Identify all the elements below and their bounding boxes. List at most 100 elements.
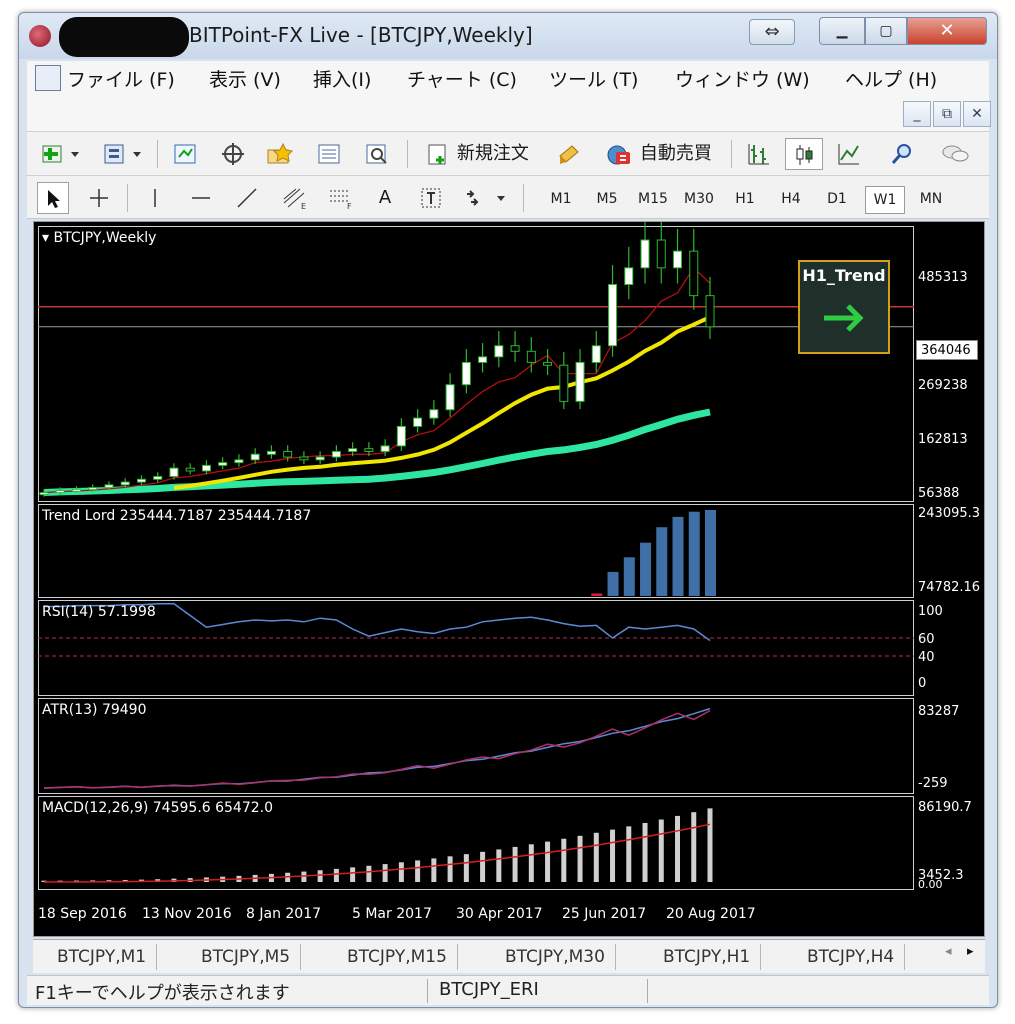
redacted-area: [59, 17, 189, 57]
equidistant-channel-icon[interactable]: E: [277, 182, 313, 214]
title-bar[interactable]: BITPoint-FX Live - [BTCJPY,Weekly] ⇔ ▁ ▢…: [19, 13, 997, 59]
candlestick-chart-icon[interactable]: [785, 138, 823, 170]
candle-body: [250, 453, 260, 461]
macd-histogram-bar: [398, 862, 404, 882]
candle-body: [169, 467, 179, 478]
tab-btcjpy-m30[interactable]: BTCJPY,M30: [495, 944, 616, 970]
timeframe-mn[interactable]: MN: [911, 186, 951, 212]
tester-icon[interactable]: [357, 138, 397, 170]
new-chart-icon[interactable]: [35, 138, 87, 170]
tab-btcjpy-h4[interactable]: BTCJPY,H4: [797, 944, 906, 970]
child-close-button[interactable]: ✕: [963, 101, 991, 127]
cursor-icon[interactable]: [37, 182, 69, 214]
macd-histogram-bar: [366, 865, 372, 882]
menu-window[interactable]: ウィンドウ (W): [675, 65, 810, 92]
fibonacci-icon[interactable]: F: [323, 182, 359, 214]
menu-chart[interactable]: チャート (C): [407, 65, 517, 92]
tab-btcjpy-h1[interactable]: BTCJPY,H1: [653, 944, 762, 970]
profiles-icon[interactable]: [97, 138, 149, 170]
menu-insert[interactable]: 挿入(I): [313, 65, 371, 92]
vertical-line-icon[interactable]: [139, 182, 171, 214]
navigator-icon[interactable]: [259, 138, 299, 170]
candle-body: [689, 250, 699, 297]
window-title: BITPoint-FX Live - [BTCJPY,Weekly]: [189, 23, 533, 47]
standard-toolbar: 新規注文 自動売買: [27, 131, 989, 175]
crosshair-icon[interactable]: [213, 138, 253, 170]
candle-body: [461, 361, 471, 386]
close-button[interactable]: ✕: [907, 17, 987, 45]
horizontal-line-icon[interactable]: [185, 182, 217, 214]
app-icon: [29, 25, 51, 47]
chart-window-icon[interactable]: [35, 65, 61, 91]
candle-body: [413, 417, 423, 427]
chat-icon[interactable]: [935, 138, 975, 170]
macd-histogram-bar: [561, 838, 567, 882]
candle-body: [153, 476, 163, 480]
zoom-in-icon[interactable]: [885, 138, 921, 170]
tab-scroll-left-icon[interactable]: ◂: [945, 944, 952, 959]
macd-histogram-bar: [593, 832, 599, 882]
timeframe-h1[interactable]: H1: [725, 186, 765, 212]
timeframe-h4[interactable]: H4: [771, 186, 811, 212]
macd-histogram-bar: [382, 864, 388, 882]
crosshair-tool-icon[interactable]: [83, 182, 115, 214]
timeframe-m30[interactable]: M30: [679, 186, 719, 212]
status-help-text: F1キーでヘルプが表示されます: [35, 983, 290, 1004]
line-chart-icon[interactable]: [831, 138, 867, 170]
bar-chart-icon[interactable]: [741, 138, 777, 170]
status-profile: BTCJPY_ERI: [439, 979, 539, 1000]
auto-trading-button[interactable]: 自動売買: [593, 138, 723, 170]
meta-editor-icon[interactable]: [551, 138, 587, 170]
macd-tick: 0.00: [918, 878, 943, 891]
candle-body: [136, 478, 146, 483]
h1-trend-title: H1_Trend: [802, 266, 886, 285]
restore-swap-icon[interactable]: ⇔: [749, 19, 795, 45]
candle-body: [201, 464, 211, 472]
tab-scroll-right-icon[interactable]: ▸: [967, 944, 974, 959]
symbol-label: ▾ BTCJPY,Weekly: [42, 230, 157, 246]
macd-histogram-bar: [626, 826, 632, 882]
candle-body: [299, 456, 309, 461]
maximize-button[interactable]: ▢: [865, 17, 907, 45]
tab-btcjpy-m15[interactable]: BTCJPY,M15: [337, 944, 458, 970]
timeframe-m15[interactable]: M15: [633, 186, 673, 212]
tab-btcjpy-m1[interactable]: BTCJPY,M1: [47, 944, 158, 970]
text-label-icon[interactable]: [415, 182, 447, 214]
timeframe-w1[interactable]: W1: [865, 186, 905, 214]
svg-text:F: F: [347, 202, 352, 210]
tab-btcjpy-m5[interactable]: BTCJPY,M5: [191, 944, 302, 970]
menu-tools[interactable]: ツール (T): [549, 65, 638, 92]
timeframe-m5[interactable]: M5: [587, 186, 627, 212]
text-tool[interactable]: A: [369, 182, 401, 214]
menu-view[interactable]: 表示 (V): [209, 65, 281, 92]
rsi-tick: 60: [918, 632, 935, 647]
macd-histogram-bar: [415, 860, 421, 882]
timeframe-m1[interactable]: M1: [541, 186, 581, 212]
rsi-tick: 40: [918, 650, 935, 665]
market-watch-icon[interactable]: [165, 138, 205, 170]
candle-body: [640, 239, 650, 269]
macd-histogram-bar: [496, 849, 502, 882]
toolbar-separator: [523, 184, 524, 212]
minimize-button[interactable]: ▁: [819, 17, 865, 45]
date-tick: 30 Apr 2017: [456, 906, 543, 922]
child-minimize-button[interactable]: _: [903, 101, 931, 127]
child-restore-button[interactable]: ⧉: [933, 101, 961, 127]
new-order-button[interactable]: 新規注文: [415, 138, 539, 170]
macd-histogram-bar: [333, 868, 339, 882]
macd-histogram-bar: [317, 870, 323, 882]
trendline-icon[interactable]: [231, 182, 263, 214]
price-tick: 162813: [918, 432, 968, 447]
menu-bar: ファイル (F) 表示 (V) 挿入(I) チャート (C) ツール (T) ウ…: [27, 61, 989, 97]
chart-window[interactable]: ▾ BTCJPY,Weekly Trend Lord 235444.7187 2…: [33, 221, 985, 937]
trend-lord-bar: [672, 516, 684, 596]
candle-body: [88, 487, 98, 491]
terminal-icon[interactable]: [309, 138, 349, 170]
menu-file[interactable]: ファイル (F): [67, 65, 175, 92]
candle-body: [608, 284, 618, 347]
timeframe-d1[interactable]: D1: [817, 186, 857, 212]
arrows-icon[interactable]: [457, 182, 513, 214]
menu-help[interactable]: ヘルプ (H): [845, 65, 937, 92]
h1-trend-panel: H1_Trend: [798, 260, 890, 354]
trend-lord-label: Trend Lord 235444.7187 235444.7187: [42, 508, 312, 524]
